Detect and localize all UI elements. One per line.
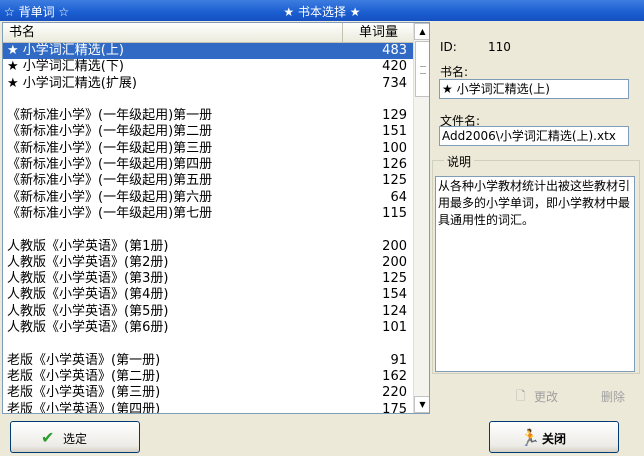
close-label: 关闭 xyxy=(542,432,567,446)
word-count: 115 xyxy=(382,205,407,221)
list-row[interactable]: 老版《小学英语》(第一册) 91 xyxy=(3,353,413,369)
list-row[interactable]: 《新标准小学》(一年级起用)第二册 151 xyxy=(3,124,413,140)
list-row[interactable]: 《新标准小学》(一年级起用)第六册 64 xyxy=(3,190,413,206)
book-name: 老版《小学英语》(第一册) xyxy=(7,352,161,368)
description-text[interactable]: 从各种小学教材统计出被这些教材引用最多的小学单词，即小学教材中最具通用性的词汇。 xyxy=(435,176,635,372)
book-name: 人教版《小学英语》(第5册) xyxy=(7,303,169,319)
list-row[interactable]: 人教版《小学英语》(第2册) 200 xyxy=(3,255,413,271)
list-header: 书名 单词量 xyxy=(3,23,413,43)
book-name: 《新标准小学》(一年级起用)第七册 xyxy=(7,205,213,221)
word-count: 101 xyxy=(382,320,407,336)
title-bar: ☆ 背单词 ☆ ★ 书本选择 ★ xyxy=(0,0,644,21)
book-name: ★ 小学词汇精选(上) xyxy=(7,43,124,59)
list-row[interactable]: 老版《小学英语》(第四册) 175 xyxy=(3,401,413,414)
word-count: 162 xyxy=(382,368,407,384)
list-row[interactable]: 人教版《小学英语》(第4册) 154 xyxy=(3,287,413,303)
document-icon: 🗋 xyxy=(516,389,526,403)
book-name: 老版《小学英语》(第三册) xyxy=(7,385,161,401)
word-count: 200 xyxy=(382,254,407,270)
list-row[interactable]: 《新标准小学》(一年级起用)第四册 126 xyxy=(3,157,413,173)
list-row[interactable]: 《新标准小学》(一年级起用)第七册 115 xyxy=(3,206,413,222)
list-rows: ★ 小学词汇精选(上) 483 ★ 小学词汇精选(下) 420 ★ 小学词汇精选(扩展)… xyxy=(3,43,413,414)
list-row[interactable]: 人教版《小学英语》(第5册) 124 xyxy=(3,304,413,320)
file-name-field[interactable]: Add2006\小学词汇精选(上).xtx xyxy=(439,126,629,146)
word-count: 129 xyxy=(382,108,407,124)
scroll-thumb[interactable] xyxy=(415,41,429,97)
list-row[interactable] xyxy=(3,92,413,108)
word-count: 151 xyxy=(382,124,407,140)
book-name: 《新标准小学》(一年级起用)第四册 xyxy=(7,157,213,173)
scroll-up-button[interactable]: ▲ xyxy=(414,23,429,40)
book-name: 《新标准小学》(一年级起用)第三册 xyxy=(7,140,213,156)
checkmark-icon: ✔ xyxy=(41,428,55,447)
book-name: 人教版《小学英语》(第6册) xyxy=(7,320,169,336)
word-count: 420 xyxy=(382,59,407,75)
book-name: ★ 小学词汇精选(扩展) xyxy=(7,75,137,91)
book-name-field[interactable]: ★ 小学词汇精选(上) xyxy=(439,79,629,99)
word-count: 125 xyxy=(382,173,407,189)
close-button[interactable]: 🏃 关闭 xyxy=(489,421,619,453)
list-row[interactable] xyxy=(3,336,413,352)
list-row[interactable]: ★ 小学词汇精选(下) 420 xyxy=(3,59,413,75)
word-count: 125 xyxy=(382,271,407,287)
column-header-count[interactable]: 单词量 xyxy=(344,23,413,42)
list-row[interactable]: 人教版《小学英语》(第3册) 125 xyxy=(3,271,413,287)
book-name-label: 书名: xyxy=(440,65,469,79)
list-row[interactable]: 老版《小学英语》(第三册) 220 xyxy=(3,385,413,401)
word-count: 64 xyxy=(390,189,407,205)
list-row[interactable]: 老版《小学英语》(第二册) 162 xyxy=(3,369,413,385)
book-name: 人教版《小学英语》(第4册) xyxy=(7,287,169,303)
id-value: 110 xyxy=(488,40,511,54)
book-name: 《新标准小学》(一年级起用)第六册 xyxy=(7,189,213,205)
list-row[interactable]: 人教版《小学英语》(第6册) 101 xyxy=(3,320,413,336)
list-row[interactable]: 《新标准小学》(一年级起用)第三册 100 xyxy=(3,141,413,157)
word-count: 175 xyxy=(382,401,407,414)
window-title: ★ 书本选择 ★ xyxy=(283,5,361,19)
word-count: 91 xyxy=(390,352,407,368)
select-button[interactable]: ✔ 选定 xyxy=(10,421,140,453)
list-row[interactable]: 《新标准小学》(一年级起用)第一册 129 xyxy=(3,108,413,124)
book-name: 老版《小学英语》(第二册) xyxy=(7,368,161,384)
book-name: 人教版《小学英语》(第3册) xyxy=(7,271,169,287)
scroll-down-button[interactable]: ▼ xyxy=(414,396,429,413)
book-name: 人教版《小学英语》(第2册) xyxy=(7,254,169,270)
list-row[interactable] xyxy=(3,222,413,238)
list-row[interactable]: ★ 小学词汇精选(扩展) 734 xyxy=(3,76,413,92)
book-list[interactable]: 书名 单词量 ★ 小学词汇精选(上) 483 ★ 小学词汇精选(下) 420 ★ 小学词… xyxy=(2,22,430,414)
delete-button[interactable]: 删除 xyxy=(601,388,625,405)
word-count: 124 xyxy=(382,303,407,319)
word-count: 154 xyxy=(382,287,407,303)
description-label: 说明 xyxy=(444,153,475,170)
word-count: 100 xyxy=(382,140,407,156)
modify-button[interactable]: 更改 xyxy=(534,388,558,405)
list-row[interactable]: 人教版《小学英语》(第1册) 200 xyxy=(3,239,413,255)
word-count: 734 xyxy=(382,75,407,91)
word-count: 200 xyxy=(382,238,407,254)
book-name: 老版《小学英语》(第四册) xyxy=(7,401,161,414)
word-count: 220 xyxy=(382,385,407,401)
vertical-scrollbar[interactable]: ▲ ▼ xyxy=(413,23,429,413)
list-row[interactable]: 《新标准小学》(一年级起用)第五册 125 xyxy=(3,173,413,189)
column-header-name[interactable]: 书名 xyxy=(3,23,343,42)
select-label: 选定 xyxy=(63,432,88,446)
word-count: 126 xyxy=(382,157,407,173)
book-name: 《新标准小学》(一年级起用)第五册 xyxy=(7,173,213,189)
book-name: 《新标准小学》(一年级起用)第二册 xyxy=(7,124,213,140)
book-name: 人教版《小学英语》(第1册) xyxy=(7,238,169,254)
list-row[interactable]: ★ 小学词汇精选(上) 483 xyxy=(3,43,413,60)
word-count: 483 xyxy=(382,43,407,58)
book-name: ★ 小学词汇精选(下) xyxy=(7,59,124,75)
running-man-icon: 🏃 xyxy=(520,428,540,447)
id-label: ID: xyxy=(440,40,457,54)
book-name: 《新标准小学》(一年级起用)第一册 xyxy=(7,108,213,124)
